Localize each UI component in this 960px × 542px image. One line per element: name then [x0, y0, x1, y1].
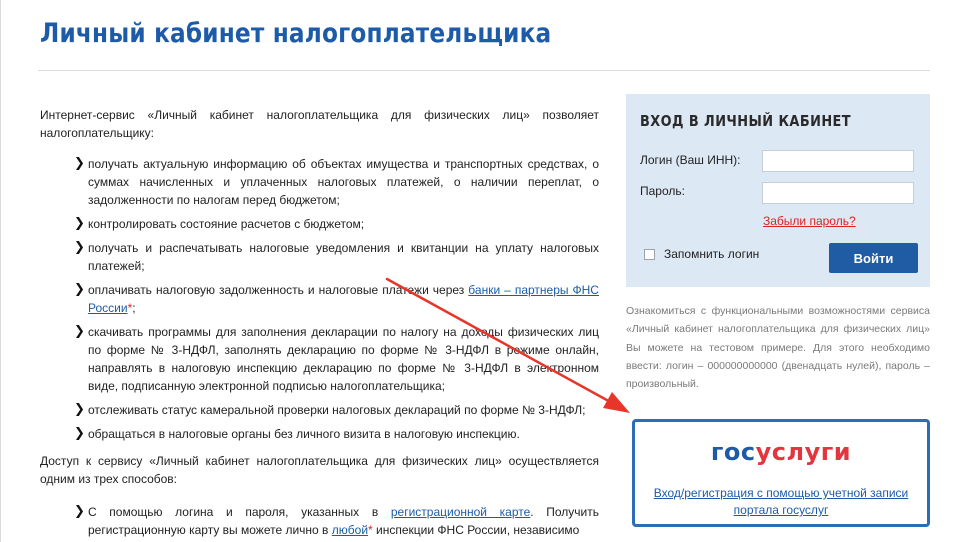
forgot-password-link[interactable]: Забыли пароль?: [763, 214, 856, 228]
intro-text: Интернет-сервис «Личный кабинет налогопл…: [40, 108, 599, 140]
chevron-right-icon: ❯: [74, 216, 85, 231]
any-inspection-link[interactable]: любой: [332, 523, 368, 537]
list-item-text: С помощью логина и пароля, указанных в: [88, 505, 391, 519]
annotation-arrow-head: [603, 392, 630, 413]
list-item-text: получать актуальную информацию об объект…: [88, 157, 599, 207]
login-panel-title: ВХОД В ЛИЧНЫЙ КАБИНЕТ: [640, 112, 852, 130]
list-item: ❯ контролировать состояние расчетов с бюд…: [40, 215, 599, 233]
remember-login-checkbox[interactable]: Запомнить логин: [644, 247, 759, 261]
feature-list: ❯ получать актуальную информацию об объек…: [40, 155, 599, 443]
gosuslugi-logo: госуслуги: [635, 438, 927, 466]
list-item: ❯ С помощью логина и пароля, указанных в …: [40, 503, 599, 539]
chevron-right-icon: ❯: [74, 156, 85, 171]
list-item: ❯ отслеживать статус камеральной проверки…: [40, 401, 599, 419]
list-item: ❯ скачивать программы для заполнения декл…: [40, 323, 599, 395]
list-item-text-end: ;: [132, 301, 136, 315]
chevron-right-icon: ❯: [74, 504, 85, 519]
gosuslugi-login-box[interactable]: госуслуги Вход/регистрация с помощью уче…: [632, 419, 930, 527]
list-item: ❯ получать и распечатывать налоговые увед…: [40, 239, 599, 275]
main-content: Интернет-сервис «Личный кабинет налогопл…: [40, 106, 599, 539]
login-input[interactable]: [762, 150, 914, 172]
login-button[interactable]: Войти: [829, 243, 918, 273]
chevron-right-icon: ❯: [74, 282, 85, 297]
list-item: ❯ получать актуальную информацию об объек…: [40, 155, 599, 209]
title-divider: [38, 70, 930, 71]
access-method-list: ❯ С помощью логина и пароля, указанных в …: [40, 503, 599, 539]
page-title: Личный кабинет налогоплательщика: [40, 18, 552, 49]
list-item-text-end: инспекции ФНС России, независимо: [372, 523, 580, 537]
registration-card-link[interactable]: регистрационной карте: [391, 505, 530, 519]
password-input[interactable]: [762, 182, 914, 204]
remember-login-label: Запомнить логин: [664, 247, 760, 261]
login-panel: ВХОД В ЛИЧНЫЙ КАБИНЕТ Логин (Ваш ИНН): П…: [626, 94, 930, 287]
gosuslugi-logo-part2: услуги: [755, 438, 852, 466]
list-item: ❯ оплачивать налоговую задолженность и на…: [40, 281, 599, 317]
list-item-text: обращаться в налоговые органы без личног…: [88, 427, 520, 441]
demo-note: Ознакомиться с функциональными возможнос…: [626, 305, 930, 391]
chevron-right-icon: ❯: [74, 426, 85, 441]
list-item: ❯ обращаться в налоговые органы без лично…: [40, 425, 599, 443]
gosuslugi-logo-part1: гос: [710, 438, 756, 466]
list-item-text: отслеживать статус камеральной проверки …: [88, 403, 586, 417]
list-item-text: оплачивать налоговую задолженность и нал…: [88, 283, 469, 297]
login-label: Логин (Ваш ИНН):: [640, 153, 741, 167]
gosuslugi-login-link[interactable]: Вход/регистрация с помощью учетной запис…: [643, 485, 919, 519]
list-item-text: контролировать состояние расчетов с бюдж…: [88, 217, 365, 231]
list-item-text: скачивать программы для заполнения декла…: [88, 325, 599, 393]
checkbox-icon[interactable]: [644, 248, 655, 260]
password-label: Пароль:: [640, 184, 685, 198]
page-left-border: [0, 0, 1, 542]
chevron-right-icon: ❯: [74, 240, 85, 255]
access-methods-text: Доступ к сервису «Личный кабинет налогоп…: [40, 454, 599, 486]
list-item-text: получать и распечатывать налоговые уведо…: [88, 241, 599, 273]
chevron-right-icon: ❯: [74, 324, 85, 339]
chevron-right-icon: ❯: [74, 402, 85, 417]
